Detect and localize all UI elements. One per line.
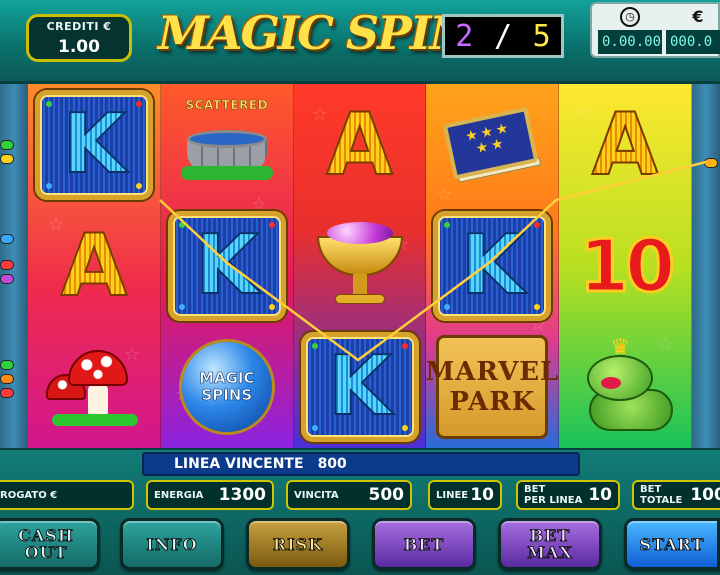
bet-max-button[interactable]: BET MAX [498, 518, 602, 570]
info-button[interactable]: INFO [120, 518, 224, 570]
bet-per-linea-value: 10 [588, 485, 612, 505]
stat-erogato: ROGATO € [0, 480, 134, 510]
reel-1: ☆ ☆ K A [28, 84, 161, 448]
payline-marker [0, 260, 14, 270]
euro-meter: 000.0 [666, 30, 720, 54]
payline-markers-right [692, 84, 720, 448]
symbol-k: K [294, 326, 426, 447]
payline-markers-left [0, 84, 28, 448]
bet-totale-label: BET TOTALE [640, 484, 683, 506]
linee-label: LINEE [436, 489, 469, 501]
stat-linee: LINEE 10 [428, 480, 502, 510]
symbol-a: A [591, 94, 660, 195]
symbol-marvel-park: MARVEL PARK [426, 326, 558, 447]
linee-value: 10 [470, 485, 494, 505]
spellbook-icon: ★★★ ★★ [438, 99, 547, 189]
symbol-a: A [60, 215, 129, 316]
symbol-ten: 10 [578, 222, 677, 309]
payline-marker [0, 388, 14, 398]
symbol-cauldron [294, 205, 426, 326]
symbol-magic-orb: MAGIC SPINS [161, 326, 293, 447]
reel-area: ☆☆ K A ☆☆ SCATTERED K M [28, 84, 692, 448]
cash-out-button[interactable]: CASH OUT [0, 518, 100, 570]
marvel-park-logo: MARVEL PARK [426, 334, 558, 439]
page-separator: / [493, 18, 513, 54]
game-logo: MAGIC SPINS [158, 6, 503, 60]
frog-prince-icon: ♛ [573, 336, 677, 435]
scatter-label: SCATTERED [185, 97, 269, 112]
goblet-icon [316, 218, 403, 314]
symbol-a: A [325, 94, 394, 195]
symbol-k: K [28, 84, 160, 205]
payline-marker [0, 360, 14, 370]
stat-bet-per-linea: BET PER LINEA 10 [516, 480, 620, 510]
bet-per-linea-label: BET PER LINEA [524, 484, 583, 506]
well-icon: SCATTERED [180, 97, 273, 182]
credit-display: CREDITI € 1.00 [26, 14, 132, 62]
page-indicator[interactable]: 2 / 5 [442, 14, 564, 58]
stat-energia: ENERGIA 1300 [146, 480, 274, 510]
win-line-value: 800 [317, 456, 347, 472]
symbol-frog: ♛ [559, 326, 691, 447]
symbol-k: K [161, 205, 293, 326]
payline-marker [0, 140, 14, 150]
credit-label: CREDITI € [46, 20, 112, 33]
win-line-label: LINEA VINCENTE [174, 456, 304, 472]
erogato-label: ROGATO € [0, 489, 58, 501]
page-current: 2 [455, 18, 474, 54]
symbol-book: ★★★ ★★ [426, 84, 558, 205]
vincita-value: 500 [368, 485, 405, 505]
payline-marker [0, 374, 14, 384]
win-line-bar: LINEA VINCENTE 800 [142, 452, 580, 476]
energia-value: 1300 [218, 485, 266, 505]
mushroom-icon [46, 344, 142, 430]
top-bar: CREDITI € 1.00 MAGIC SPINS 2 / 5 ◷ € 0.0… [0, 0, 720, 84]
vincita-label: VINCITA [294, 489, 339, 501]
reel-3: ☆☆ A K [293, 84, 427, 448]
symbol-mushroom [28, 326, 160, 447]
risk-button[interactable]: RISK [246, 518, 350, 570]
credit-value: 1.00 [58, 37, 100, 57]
reel-4: ☆ ☆ ★★★ ★★ K MARVEL PARK [426, 84, 560, 448]
reel-2: ☆☆ SCATTERED K MAGICSPINS [160, 84, 294, 448]
bet-button[interactable]: BET [372, 518, 476, 570]
payline-marker [0, 234, 14, 244]
symbol-k: K [426, 205, 558, 326]
stat-vincita: VINCITA 500 [286, 480, 412, 510]
stat-bet-totale: BETTOTALE 100 [632, 480, 720, 510]
crystal-ball-icon: MAGIC SPINS [178, 338, 275, 435]
payline-marker [0, 154, 14, 164]
payline-marker [704, 158, 718, 168]
reel-5: ☆ ☆ A 10 ♛ [559, 84, 692, 448]
energia-label: ENERGIA [154, 489, 204, 501]
meter-panel: ◷ € 0.00.00 000.0 [590, 2, 720, 58]
euro-icon: € [692, 7, 704, 26]
start-button[interactable]: START [624, 518, 720, 570]
symbol-scatter-well: SCATTERED [161, 84, 293, 205]
bet-totale-value: 100 [690, 485, 720, 505]
time-meter: 0.00.00 [598, 30, 662, 54]
page-total: 5 [532, 18, 551, 54]
payline-marker [0, 274, 14, 284]
clock-icon: ◷ [620, 7, 640, 27]
